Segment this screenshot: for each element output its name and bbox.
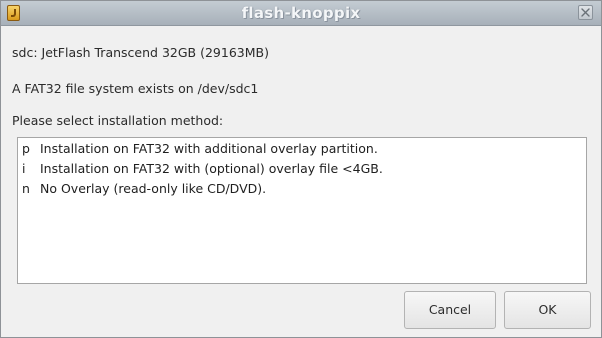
- window-title: flash-knoppix: [241, 4, 361, 22]
- option-key: i: [22, 161, 26, 176]
- option-label: No Overlay (read-only like CD/DVD).: [39, 181, 267, 196]
- dialog-window: flash-knoppix sdc: JetFlash Transcend 32…: [0, 0, 602, 338]
- option-key: n: [22, 181, 30, 196]
- select-method-prompt: Please select installation method:: [12, 113, 224, 128]
- title-bar[interactable]: flash-knoppix: [1, 1, 601, 26]
- installation-method-list[interactable]: p Installation on FAT32 with additional …: [17, 137, 587, 284]
- device-info-label: sdc: JetFlash Transcend 32GB (29163MB): [12, 45, 269, 60]
- option-key: p: [22, 141, 30, 156]
- close-button[interactable]: [578, 5, 593, 20]
- option-label: Installation on FAT32 with additional ov…: [39, 141, 378, 156]
- close-icon: [581, 8, 590, 17]
- option-overlay-partition[interactable]: p Installation on FAT32 with additional …: [22, 140, 378, 158]
- option-no-overlay[interactable]: n No Overlay (read-only like CD/DVD).: [22, 180, 266, 198]
- ok-button[interactable]: OK: [504, 291, 591, 329]
- option-overlay-file[interactable]: i Installation on FAT32 with (optional) …: [22, 160, 383, 178]
- option-label: Installation on FAT32 with (optional) ov…: [39, 161, 383, 176]
- filesystem-info-label: A FAT32 file system exists on /dev/sdc1: [12, 81, 259, 96]
- cancel-button[interactable]: Cancel: [404, 291, 496, 329]
